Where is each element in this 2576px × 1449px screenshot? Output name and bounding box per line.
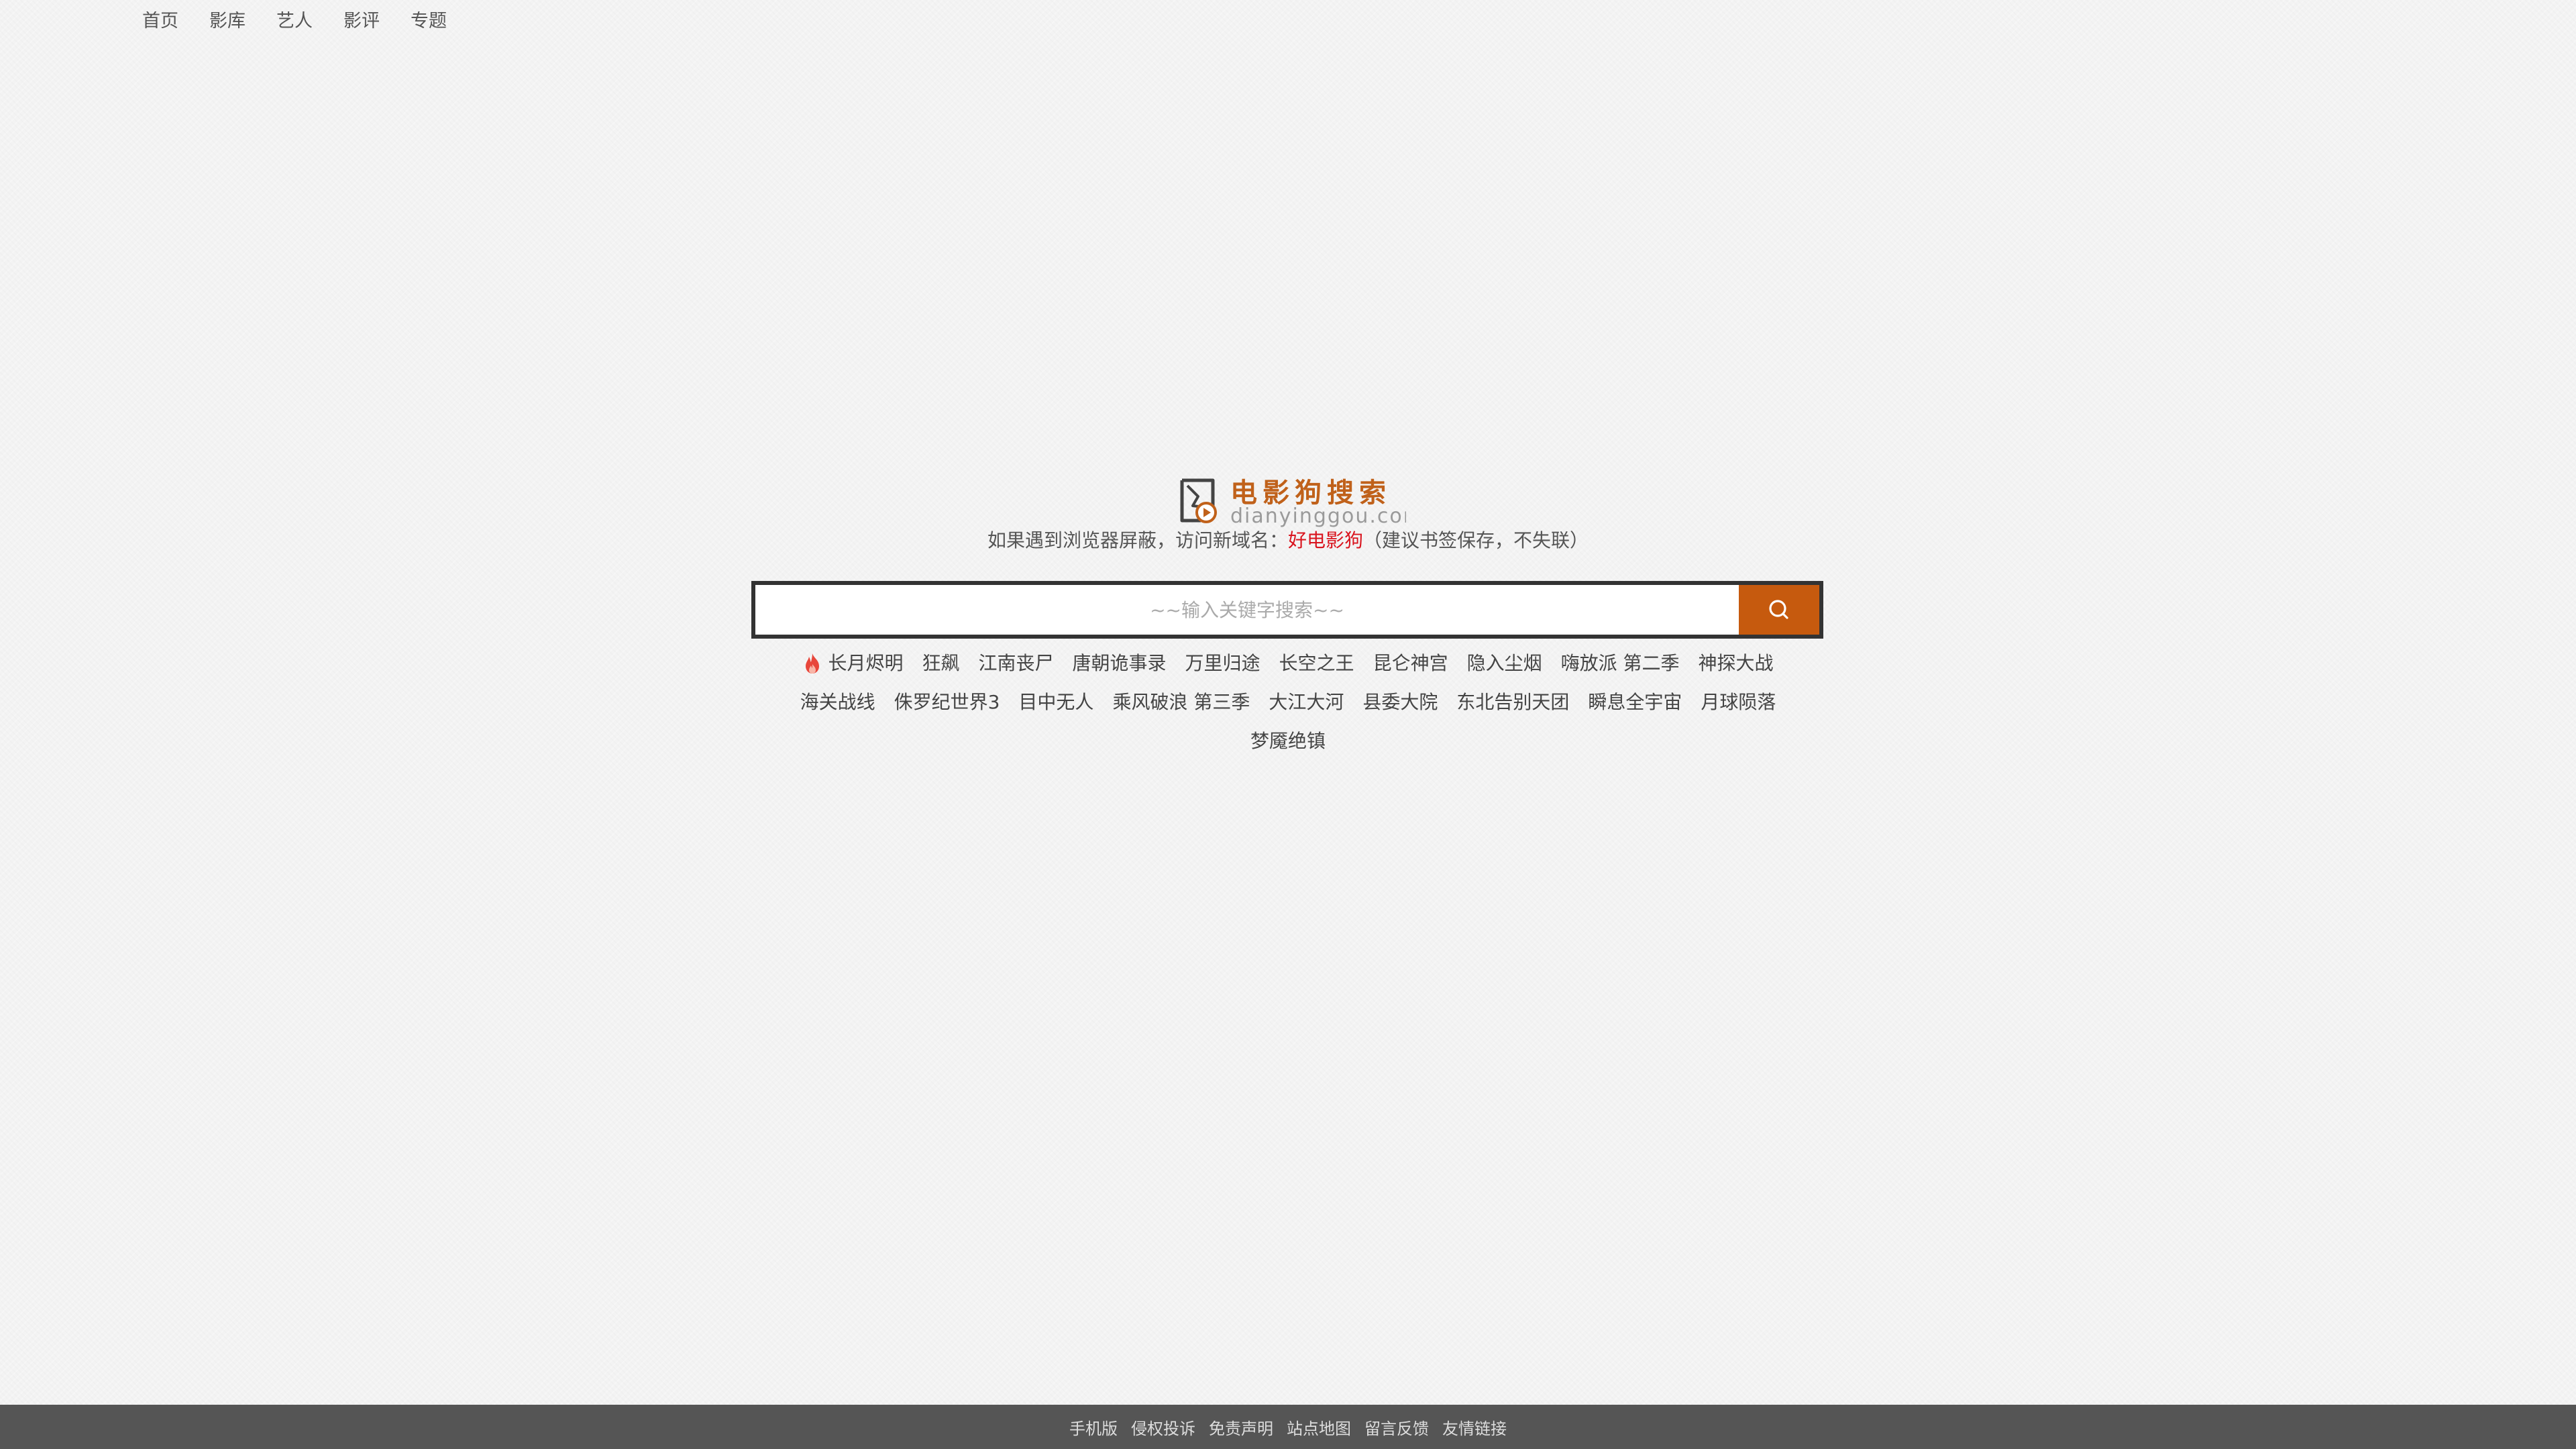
nav-item-reviews[interactable]: 影评 (343, 6, 380, 32)
hot-keyword[interactable]: 万里归途 (1185, 644, 1260, 683)
film-play-icon (1180, 478, 1217, 523)
footer-link-disclaimer[interactable]: 免责声明 (1209, 1415, 1273, 1439)
hot-keyword[interactable]: 东北告别天团 (1456, 683, 1569, 722)
footer-bar: 手机版 侵权投诉 免责声明 站点地图 留言反馈 友情链接 (0, 1405, 2576, 1449)
search-input[interactable] (755, 585, 1739, 635)
hot-keyword[interactable]: 江南丧尸 (979, 644, 1054, 683)
search-icon (1769, 600, 1788, 619)
top-nav: 首页 影库 艺人 影评 专题 (142, 0, 447, 38)
footer-link-mobile[interactable]: 手机版 (1069, 1415, 1118, 1439)
nav-item-topics[interactable]: 专题 (411, 6, 447, 32)
site-logo[interactable]: 电影狗搜索 dianyinggou.com (1175, 470, 1406, 529)
hot-keyword[interactable]: 县委大院 (1362, 683, 1438, 722)
search-button[interactable] (1739, 585, 1819, 635)
footer-link-complaint[interactable]: 侵权投诉 (1131, 1415, 1195, 1439)
hot-keyword[interactable]: 侏罗纪世界3 (894, 683, 1000, 722)
hot-keyword[interactable]: 乘风破浪 第三季 (1112, 683, 1250, 722)
hot-keyword[interactable]: 长空之王 (1279, 644, 1354, 683)
nav-item-library[interactable]: 影库 (209, 6, 246, 32)
logo-subtitle: dianyinggou.com (1230, 504, 1406, 528)
domain-notice: 如果遇到浏览器屏蔽，访问新域名：好电影狗（建议书签保存，不失联） (0, 526, 2576, 553)
footer-link-feedback[interactable]: 留言反馈 (1364, 1415, 1429, 1439)
hot-keyword[interactable]: 昆仑神宫 (1373, 644, 1448, 683)
hot-keyword[interactable]: 瞬息全宇宙 (1588, 683, 1682, 722)
hot-keyword[interactable]: 神探大战 (1699, 644, 1774, 683)
notice-prefix: 如果遇到浏览器屏蔽，访问新域名： (987, 529, 1288, 551)
hot-keywords: 长月烬明 狂飙 江南丧尸 唐朝诡事录 万里归途 长空之王 昆仑神宫 隐入尘烟 嗨… (785, 644, 1791, 761)
nav-item-home[interactable]: 首页 (142, 6, 178, 32)
nav-item-artists[interactable]: 艺人 (276, 6, 313, 32)
footer-link-sitemap[interactable]: 站点地图 (1287, 1415, 1351, 1439)
search-bar (751, 581, 1823, 639)
hot-keyword[interactable]: 梦魇绝镇 (1250, 722, 1326, 761)
footer-link-friends[interactable]: 友情链接 (1442, 1415, 1507, 1439)
hot-keyword[interactable]: 目中无人 (1018, 683, 1093, 722)
hot-keyword[interactable]: 长月烬明 (802, 644, 903, 683)
hot-keyword[interactable]: 隐入尘烟 (1467, 644, 1542, 683)
hot-keyword[interactable]: 狂飙 (922, 644, 959, 683)
hot-keyword[interactable]: 海关战线 (800, 683, 875, 722)
fire-icon (806, 653, 820, 674)
notice-suffix: （建议书签保存，不失联） (1363, 529, 1589, 551)
hot-keyword[interactable]: 大江大河 (1269, 683, 1344, 722)
new-domain-link[interactable]: 好电影狗 (1288, 529, 1363, 551)
hot-keyword[interactable]: 嗨放派 第二季 (1561, 644, 1680, 683)
hot-keyword[interactable]: 唐朝诡事录 (1073, 644, 1167, 683)
hot-keyword[interactable]: 月球陨落 (1701, 683, 1776, 722)
